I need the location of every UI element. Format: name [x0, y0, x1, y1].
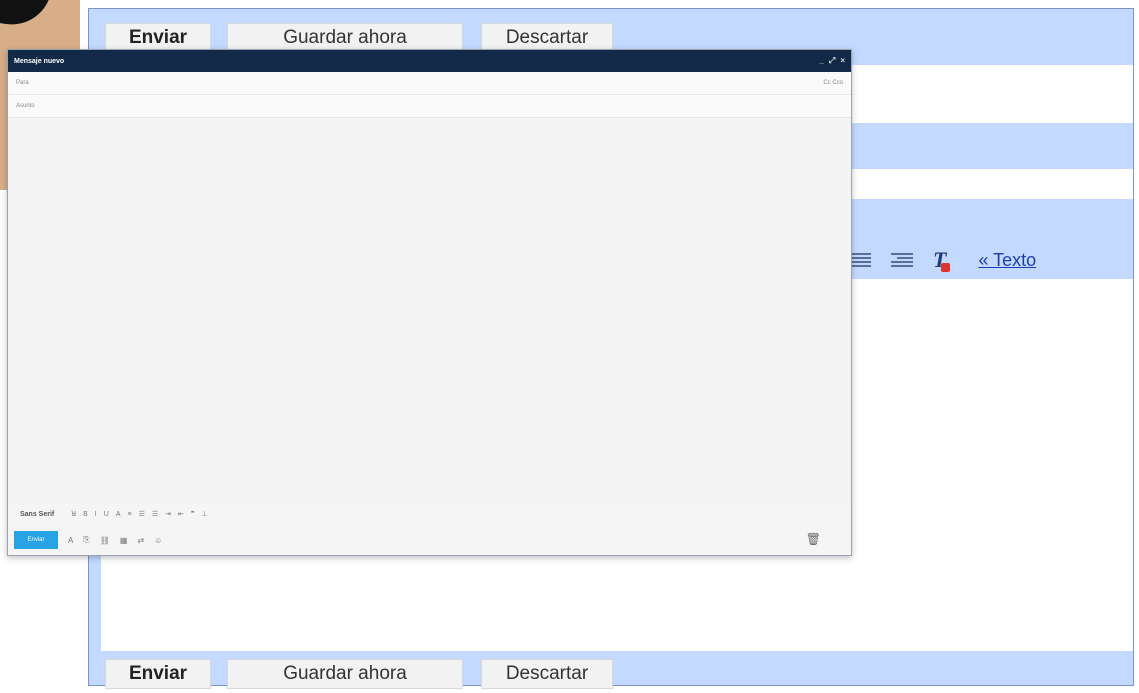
- align-icon[interactable]: ≡: [127, 511, 131, 518]
- minimize-icon[interactable]: _: [819, 56, 823, 66]
- indent-less-icon[interactable]: ⇥: [165, 510, 171, 518]
- attach-file-icon[interactable]: ⎘: [83, 535, 89, 545]
- trash-icon[interactable]: 🗑: [806, 532, 821, 546]
- remove-formatting-icon[interactable]: ⊥: [202, 510, 208, 518]
- close-icon[interactable]: ×: [840, 56, 845, 66]
- underline-icon[interactable]: U: [104, 511, 109, 518]
- send-button[interactable]: Enviar: [14, 531, 58, 549]
- subject-field[interactable]: Asunto: [8, 95, 851, 118]
- quote-icon[interactable]: ❞: [191, 510, 195, 518]
- expand-icon[interactable]: ⤢: [829, 56, 835, 66]
- legacy-bottom-toolbar: Enviar Guardar ahora Descartar: [89, 657, 1133, 693]
- align-right-icon[interactable]: [891, 253, 913, 267]
- insert-link-icon[interactable]: ⇄: [137, 536, 144, 545]
- font-size-icon[interactable]: ꓤ: [71, 510, 76, 518]
- popup-format-toolbar: Sans Serif ꓤ B I U A ≡ ☰ ☰ ⇥ ⇤ ❞ ⊥: [8, 503, 851, 525]
- indent-more-icon[interactable]: ⇤: [178, 510, 184, 518]
- insert-drive-icon[interactable]: ⛓: [100, 536, 110, 545]
- numbered-list-icon[interactable]: ☰: [139, 510, 145, 518]
- window-controls: _ ⤢ ×: [819, 56, 845, 66]
- legacy-send-button-bottom[interactable]: Enviar: [105, 659, 211, 689]
- remove-formatting-icon[interactable]: T: [933, 247, 952, 273]
- popup-message-body[interactable]: [8, 118, 851, 503]
- cc-bcc-link[interactable]: Cc Cco: [823, 80, 843, 86]
- legacy-save-button-bottom[interactable]: Guardar ahora: [227, 659, 463, 689]
- popup-title: Mensaje nuevo: [14, 57, 65, 65]
- to-field[interactable]: Para Cc Cco: [8, 72, 851, 95]
- legacy-format-toolbar: T « Texto: [849, 245, 1036, 275]
- new-compose-popup: Mensaje nuevo _ ⤢ × Para Cc Cco Asunto S…: [7, 49, 852, 556]
- to-label: Para: [16, 80, 29, 86]
- subject-label: Asunto: [16, 103, 35, 109]
- popup-titlebar[interactable]: Mensaje nuevo _ ⤢ ×: [8, 50, 851, 72]
- bold-icon[interactable]: B: [83, 511, 88, 518]
- formatting-options-icon[interactable]: A: [68, 536, 73, 545]
- align-center-icon[interactable]: [849, 253, 871, 267]
- popup-bottom-toolbar: Enviar A ⎘ ⛓ ▦ ⇄ ☺ 🗑: [8, 525, 851, 555]
- legacy-discard-button-bottom[interactable]: Descartar: [481, 659, 613, 689]
- italic-icon[interactable]: I: [95, 511, 97, 518]
- plain-text-link[interactable]: « Texto: [978, 250, 1036, 271]
- text-color-icon[interactable]: A: [116, 511, 121, 518]
- bulleted-list-icon[interactable]: ☰: [152, 510, 158, 518]
- font-selector[interactable]: Sans Serif: [20, 511, 54, 518]
- insert-emoji-icon[interactable]: ☺: [154, 536, 162, 545]
- insert-photo-icon[interactable]: ▦: [120, 536, 128, 545]
